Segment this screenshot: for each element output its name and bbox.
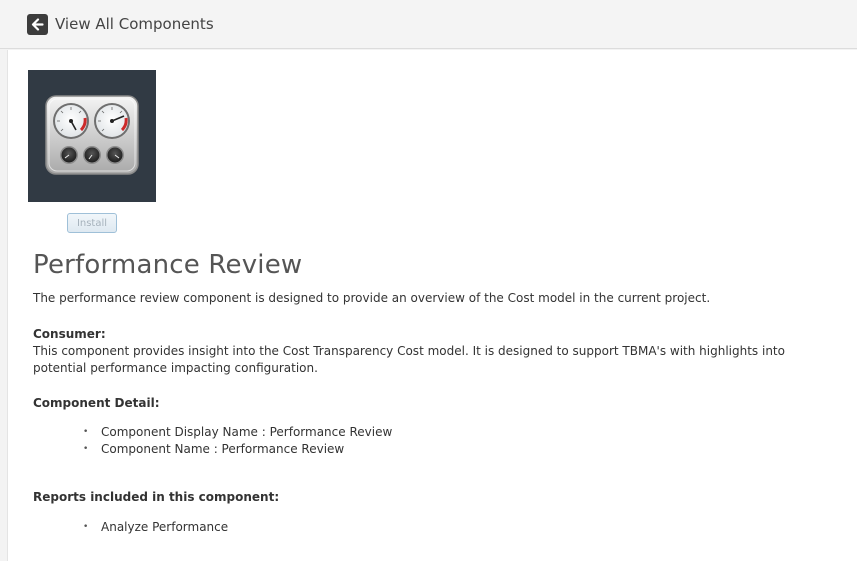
top-bar: View All Components	[0, 0, 857, 49]
component-thumbnail	[28, 70, 156, 202]
component-description: The performance review component is desi…	[33, 291, 711, 305]
consumer-text: This component provides insight into the…	[33, 344, 785, 375]
arrow-left-icon	[27, 13, 48, 35]
component-detail-list: Component Display Name : Performance Rev…	[83, 424, 392, 458]
view-all-components-link[interactable]: View All Components	[27, 13, 214, 35]
install-button[interactable]: Install	[67, 213, 117, 233]
back-label: View All Components	[55, 15, 214, 33]
component-detail-panel: Install Performance Review The performan…	[7, 50, 857, 561]
dashboard-gauges-icon	[45, 95, 139, 175]
component-detail-heading: Component Detail:	[33, 396, 160, 410]
reports-heading: Reports included in this component:	[33, 490, 280, 504]
list-item: Component Name : Performance Review	[83, 441, 392, 458]
reports-list: Analyze Performance	[83, 519, 228, 536]
list-item: Component Display Name : Performance Rev…	[83, 424, 392, 441]
consumer-heading: Consumer:	[33, 327, 106, 341]
page-title: Performance Review	[33, 250, 303, 280]
list-item: Analyze Performance	[83, 519, 228, 536]
